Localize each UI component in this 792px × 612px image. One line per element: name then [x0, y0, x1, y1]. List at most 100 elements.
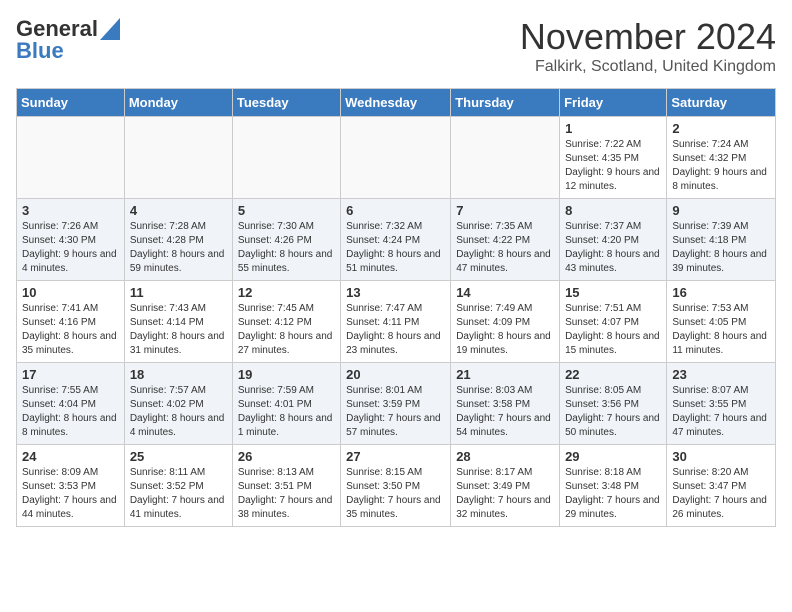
day-info: Sunrise: 7:47 AM Sunset: 4:11 PM Dayligh… — [346, 302, 445, 358]
day-info: Sunrise: 8:20 AM Sunset: 3:47 PM Dayligh… — [672, 466, 770, 522]
day-number: 16 — [672, 285, 770, 300]
calendar-week-4: 17 Sunrise: 7:55 AM Sunset: 4:04 PM Dayli… — [17, 363, 776, 445]
calendar-cell: 15Sunrise: 7:51 AM Sunset: 4:07 PM Dayli… — [560, 281, 667, 363]
day-info: Sunrise: 8:11 AM Sunset: 3:52 PM Dayligh… — [130, 466, 227, 522]
calendar-cell: 27 Sunrise: 8:15 AM Sunset: 3:50 PM Dayli… — [341, 445, 451, 527]
calendar-cell: 7 Sunrise: 7:35 AM Sunset: 4:22 PM Daylig… — [451, 199, 560, 281]
calendar-cell: 22Sunrise: 8:05 AM Sunset: 3:56 PM Dayli… — [560, 363, 667, 445]
day-info: Sunrise: 7:32 AM Sunset: 4:24 PM Dayligh… — [346, 220, 445, 276]
day-info: Sunrise: 8:03 AM Sunset: 3:58 PM Dayligh… — [456, 384, 554, 440]
calendar-cell: 9Sunrise: 7:39 AM Sunset: 4:18 PM Daylig… — [667, 199, 776, 281]
header: General Blue November 2024 Falkirk, Scot… — [16, 16, 776, 76]
day-number: 13 — [346, 285, 445, 300]
day-info: Sunrise: 7:24 AM Sunset: 4:32 PM Dayligh… — [672, 138, 770, 194]
day-number: 25 — [130, 449, 227, 464]
day-info: Sunrise: 7:53 AM Sunset: 4:05 PM Dayligh… — [672, 302, 770, 358]
calendar-cell: 20 Sunrise: 8:01 AM Sunset: 3:59 PM Dayli… — [341, 363, 451, 445]
day-info: Sunrise: 7:57 AM Sunset: 4:02 PM Dayligh… — [130, 384, 227, 440]
day-number: 17 — [22, 367, 119, 382]
day-info: Sunrise: 7:55 AM Sunset: 4:04 PM Dayligh… — [22, 384, 119, 440]
day-info: Sunrise: 7:35 AM Sunset: 4:22 PM Dayligh… — [456, 220, 554, 276]
calendar-week-2: 3 Sunrise: 7:26 AM Sunset: 4:30 PM Daylig… — [17, 199, 776, 281]
calendar-cell: 21 Sunrise: 8:03 AM Sunset: 3:58 PM Dayli… — [451, 363, 560, 445]
day-number: 5 — [238, 203, 335, 218]
day-info: Sunrise: 7:43 AM Sunset: 4:14 PM Dayligh… — [130, 302, 227, 358]
header-row: SundayMondayTuesdayWednesdayThursdayFrid… — [17, 89, 776, 117]
calendar-cell: 8Sunrise: 7:37 AM Sunset: 4:20 PM Daylig… — [560, 199, 667, 281]
calendar-cell: 2 Sunrise: 7:24 AM Sunset: 4:32 PM Daylig… — [667, 117, 776, 199]
calendar-cell: 19Sunrise: 7:59 AM Sunset: 4:01 PM Dayli… — [232, 363, 340, 445]
calendar-week-5: 24Sunrise: 8:09 AM Sunset: 3:53 PM Dayli… — [17, 445, 776, 527]
day-number: 21 — [456, 367, 554, 382]
calendar-cell: 12 Sunrise: 7:45 AM Sunset: 4:12 PM Dayli… — [232, 281, 340, 363]
calendar-cell: 23Sunrise: 8:07 AM Sunset: 3:55 PM Dayli… — [667, 363, 776, 445]
location: Falkirk, Scotland, United Kingdom — [520, 58, 776, 76]
calendar-cell: 16 Sunrise: 7:53 AM Sunset: 4:05 PM Dayli… — [667, 281, 776, 363]
calendar-cell: 29 Sunrise: 8:18 AM Sunset: 3:48 PM Dayli… — [560, 445, 667, 527]
day-info: Sunrise: 8:15 AM Sunset: 3:50 PM Dayligh… — [346, 466, 445, 522]
day-number: 29 — [565, 449, 661, 464]
day-info: Sunrise: 7:28 AM Sunset: 4:28 PM Dayligh… — [130, 220, 227, 276]
day-number: 8 — [565, 203, 661, 218]
calendar-cell — [17, 117, 125, 199]
day-info: Sunrise: 8:17 AM Sunset: 3:49 PM Dayligh… — [456, 466, 554, 522]
calendar-cell — [341, 117, 451, 199]
logo-blue: Blue — [16, 38, 120, 64]
calendar-cell: 13 Sunrise: 7:47 AM Sunset: 4:11 PM Dayli… — [341, 281, 451, 363]
weekday-header-wednesday: Wednesday — [341, 89, 451, 117]
day-info: Sunrise: 7:41 AM Sunset: 4:16 PM Dayligh… — [22, 302, 119, 358]
day-info: Sunrise: 7:51 AM Sunset: 4:07 PM Dayligh… — [565, 302, 661, 358]
calendar-cell: 17 Sunrise: 7:55 AM Sunset: 4:04 PM Dayli… — [17, 363, 125, 445]
day-info: Sunrise: 8:18 AM Sunset: 3:48 PM Dayligh… — [565, 466, 661, 522]
calendar-cell: 14 Sunrise: 7:49 AM Sunset: 4:09 PM Dayli… — [451, 281, 560, 363]
day-info: Sunrise: 8:01 AM Sunset: 3:59 PM Dayligh… — [346, 384, 445, 440]
logo-triangle-icon — [100, 18, 120, 40]
day-info: Sunrise: 8:09 AM Sunset: 3:53 PM Dayligh… — [22, 466, 119, 522]
weekday-header-monday: Monday — [124, 89, 232, 117]
day-number: 3 — [22, 203, 119, 218]
weekday-header-thursday: Thursday — [451, 89, 560, 117]
day-number: 9 — [672, 203, 770, 218]
day-number: 26 — [238, 449, 335, 464]
calendar-week-1: 1 Sunrise: 7:22 AM Sunset: 4:35 PM Daylig… — [17, 117, 776, 199]
weekday-header-saturday: Saturday — [667, 89, 776, 117]
day-info: Sunrise: 7:49 AM Sunset: 4:09 PM Dayligh… — [456, 302, 554, 358]
calendar-cell: 24Sunrise: 8:09 AM Sunset: 3:53 PM Dayli… — [17, 445, 125, 527]
month-title: November 2024 — [520, 16, 776, 58]
day-info: Sunrise: 7:22 AM Sunset: 4:35 PM Dayligh… — [565, 138, 661, 194]
day-number: 30 — [672, 449, 770, 464]
calendar-cell — [232, 117, 340, 199]
day-number: 11 — [130, 285, 227, 300]
weekday-header-tuesday: Tuesday — [232, 89, 340, 117]
day-info: Sunrise: 7:26 AM Sunset: 4:30 PM Dayligh… — [22, 220, 119, 276]
day-number: 14 — [456, 285, 554, 300]
day-number: 6 — [346, 203, 445, 218]
day-info: Sunrise: 7:30 AM Sunset: 4:26 PM Dayligh… — [238, 220, 335, 276]
day-number: 22 — [565, 367, 661, 382]
calendar-cell: 5 Sunrise: 7:30 AM Sunset: 4:26 PM Daylig… — [232, 199, 340, 281]
calendar-cell: 6 Sunrise: 7:32 AM Sunset: 4:24 PM Daylig… — [341, 199, 451, 281]
page: General Blue November 2024 Falkirk, Scot… — [0, 0, 792, 543]
calendar-cell: 1 Sunrise: 7:22 AM Sunset: 4:35 PM Daylig… — [560, 117, 667, 199]
calendar-cell: 3 Sunrise: 7:26 AM Sunset: 4:30 PM Daylig… — [17, 199, 125, 281]
day-number: 2 — [672, 121, 770, 136]
calendar-cell: 11 Sunrise: 7:43 AM Sunset: 4:14 PM Dayli… — [124, 281, 232, 363]
day-number: 10 — [22, 285, 119, 300]
calendar-cell: 25 Sunrise: 8:11 AM Sunset: 3:52 PM Dayli… — [124, 445, 232, 527]
calendar-cell: 26 Sunrise: 8:13 AM Sunset: 3:51 PM Dayli… — [232, 445, 340, 527]
day-number: 7 — [456, 203, 554, 218]
day-number: 1 — [565, 121, 661, 136]
calendar-week-3: 10 Sunrise: 7:41 AM Sunset: 4:16 PM Dayli… — [17, 281, 776, 363]
day-number: 28 — [456, 449, 554, 464]
day-number: 27 — [346, 449, 445, 464]
day-info: Sunrise: 7:45 AM Sunset: 4:12 PM Dayligh… — [238, 302, 335, 358]
day-number: 23 — [672, 367, 770, 382]
day-info: Sunrise: 8:13 AM Sunset: 3:51 PM Dayligh… — [238, 466, 335, 522]
day-number: 18 — [130, 367, 227, 382]
day-number: 20 — [346, 367, 445, 382]
logo: General Blue — [16, 16, 120, 64]
calendar-cell: 4Sunrise: 7:28 AM Sunset: 4:28 PM Daylig… — [124, 199, 232, 281]
calendar-cell — [451, 117, 560, 199]
day-number: 12 — [238, 285, 335, 300]
calendar-cell — [124, 117, 232, 199]
